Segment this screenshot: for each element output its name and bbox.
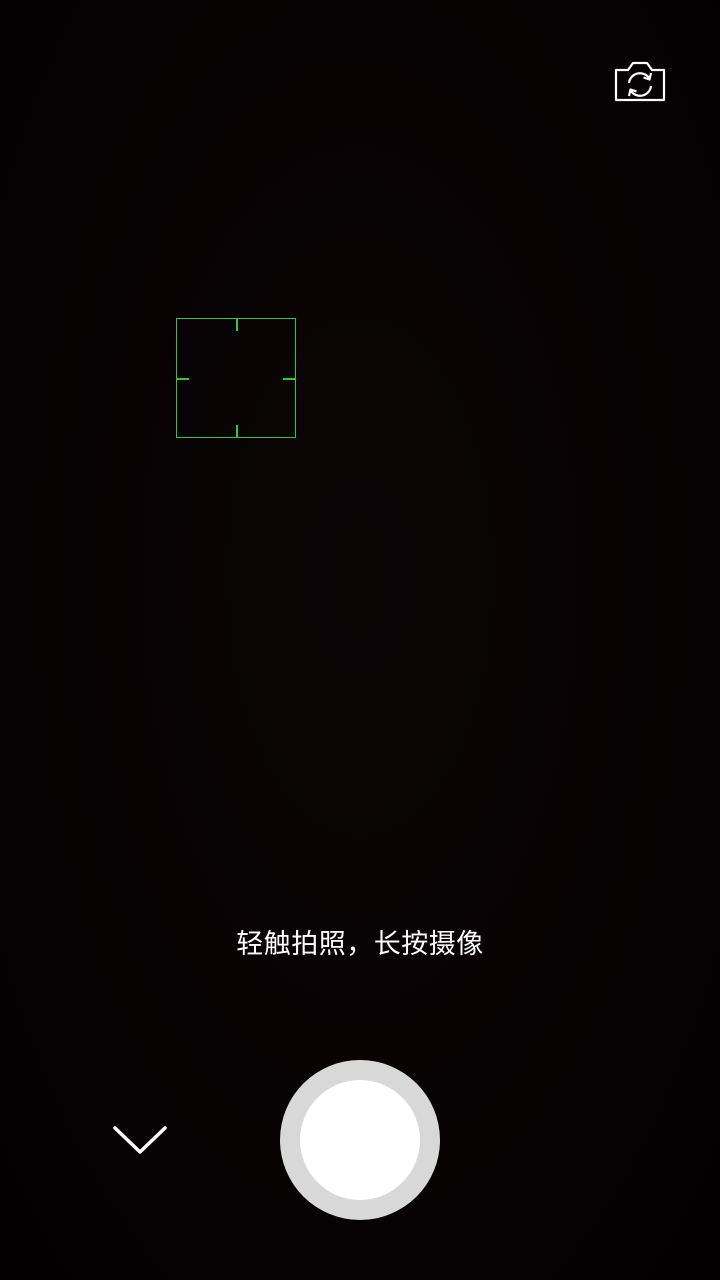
focus-frame [176,318,296,438]
capture-hint: 轻触拍照，长按摄像 [236,929,484,960]
focus-tick-bottom [236,425,238,437]
focus-tick-left [177,378,189,380]
focus-tick-right [283,378,295,380]
switch-camera-button[interactable] [612,58,668,104]
shutter-button[interactable] [280,1060,440,1220]
camera-viewfinder[interactable]: 轻触拍照，长按摄像 [0,0,720,1280]
shutter-center [300,1080,420,1200]
collapse-button[interactable] [108,1116,172,1164]
focus-tick-top [236,319,238,331]
chevron-down-icon [113,1126,167,1154]
switch-camera-icon [614,61,666,102]
